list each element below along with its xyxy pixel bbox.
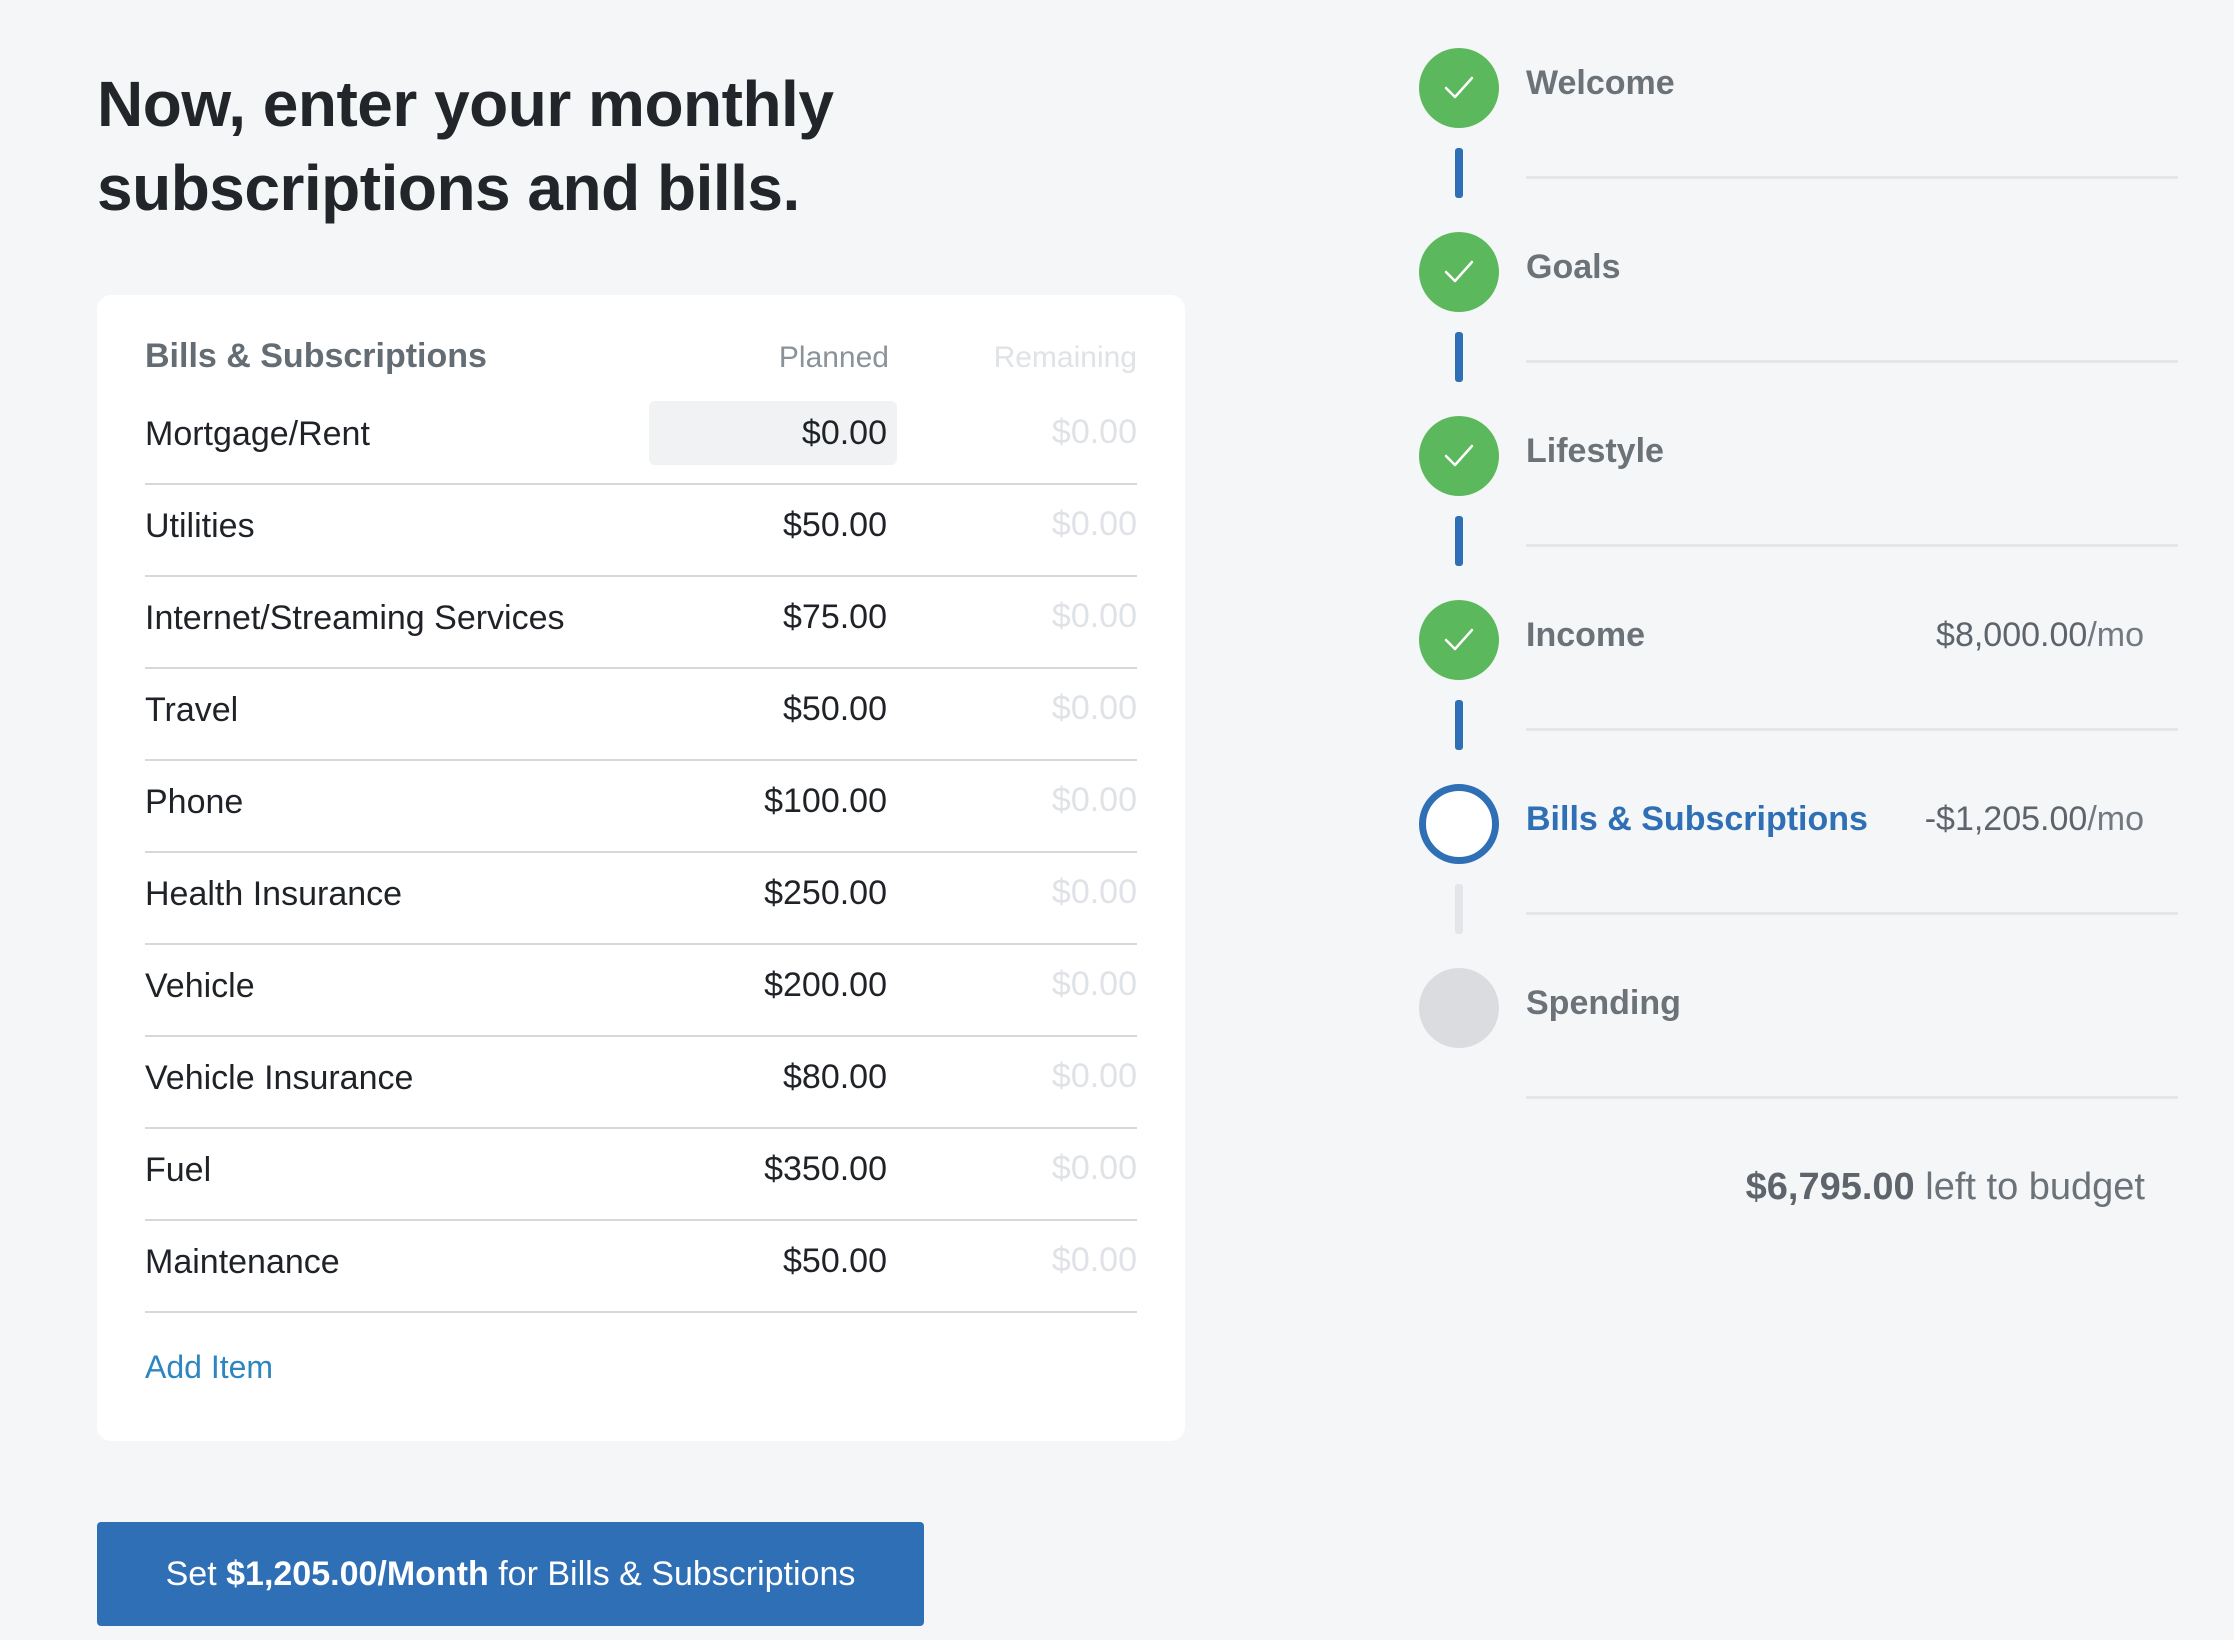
remaining-amount: $0.00 xyxy=(1051,873,1137,911)
bill-row-internet-streaming: Internet/Streaming Services $75.00 $0.00 xyxy=(145,577,1137,669)
step-welcome[interactable]: Welcome xyxy=(1419,48,2179,232)
step-label: Lifestyle xyxy=(1526,432,1664,470)
planned-amount-input[interactable]: $50.00 xyxy=(649,493,897,557)
step-label: Bills & Subscriptions xyxy=(1526,800,1868,838)
step-done-indicator xyxy=(1419,48,1499,128)
bill-row-mortgage-rent: Mortgage/Rent $0.00 $0.00 xyxy=(145,393,1137,485)
step-connector xyxy=(1455,700,1463,750)
cta-prefix: Set xyxy=(165,1555,217,1593)
planned-amount-input[interactable]: $50.00 xyxy=(649,677,897,741)
remaining-amount: $0.00 xyxy=(1051,1149,1137,1187)
bill-row-fuel: Fuel $350.00 $0.00 xyxy=(145,1129,1137,1221)
remaining-amount: $0.00 xyxy=(1051,1057,1137,1095)
remaining-amount: $0.00 xyxy=(1051,689,1137,727)
set-bills-button[interactable]: Set $1,205.00/Month for Bills & Subscrip… xyxy=(97,1522,924,1626)
bill-name: Maintenance xyxy=(145,1243,340,1281)
checkmark-icon xyxy=(1444,260,1474,283)
planned-amount-input[interactable]: $250.00 xyxy=(649,861,897,925)
step-divider xyxy=(1526,176,2178,179)
bill-name: Utilities xyxy=(145,507,255,545)
step-current-indicator xyxy=(1419,784,1499,864)
step-income[interactable]: Income $8,000.00/mo xyxy=(1419,600,2179,784)
amount-value: $8,000.00 xyxy=(1936,616,2088,654)
remaining-amount: $0.00 xyxy=(1051,505,1137,543)
planned-amount-input[interactable]: $0.00 xyxy=(649,401,897,465)
bill-row-utilities: Utilities $50.00 $0.00 xyxy=(145,485,1137,577)
step-lifestyle[interactable]: Lifestyle xyxy=(1419,416,2179,600)
bill-row-travel: Travel $50.00 $0.00 xyxy=(145,669,1137,761)
left-to-budget-amount: $6,795.00 xyxy=(1745,1166,1915,1208)
step-done-indicator xyxy=(1419,416,1499,496)
planned-amount-input[interactable]: $50.00 xyxy=(649,1229,897,1293)
checkmark-icon xyxy=(1444,628,1474,651)
planned-amount-input[interactable]: $350.00 xyxy=(649,1137,897,1201)
step-done-indicator xyxy=(1419,600,1499,680)
bills-card-header: Bills & Subscriptions Planned Remaining xyxy=(145,337,1137,377)
bill-name: Health Insurance xyxy=(145,875,403,913)
step-bills-subscriptions[interactable]: Bills & Subscriptions -$1,205.00/mo xyxy=(1419,784,2179,968)
step-amount: -$1,205.00/mo xyxy=(1925,800,2144,839)
remaining-amount: $0.00 xyxy=(1051,413,1137,451)
step-connector xyxy=(1455,332,1463,382)
amount-value: -$1,205.00 xyxy=(1924,800,2088,838)
planned-column-header: Planned xyxy=(778,341,889,374)
bills-card: Bills & Subscriptions Planned Remaining … xyxy=(97,295,1185,1441)
planned-amount-input[interactable]: $75.00 xyxy=(649,585,897,649)
page-title: Now, enter your monthly subscriptions an… xyxy=(97,68,834,224)
step-connector xyxy=(1455,516,1463,566)
bill-row-vehicle: Vehicle $200.00 $0.00 xyxy=(145,945,1137,1037)
step-todo-indicator xyxy=(1419,968,1499,1048)
step-divider xyxy=(1526,1096,2178,1099)
remaining-amount: $0.00 xyxy=(1051,965,1137,1003)
bill-name: Phone xyxy=(145,783,244,821)
planned-amount-input[interactable]: $100.00 xyxy=(649,769,897,833)
add-item-link[interactable]: Add Item xyxy=(145,1349,273,1386)
step-goals[interactable]: Goals xyxy=(1419,232,2179,416)
planned-amount-input[interactable]: $200.00 xyxy=(649,953,897,1017)
step-spending[interactable]: Spending xyxy=(1419,968,2179,1152)
step-divider xyxy=(1526,360,2178,363)
left-to-budget-summary: $6,795.00 left to budget xyxy=(1746,1166,2145,1209)
remaining-amount: $0.00 xyxy=(1051,597,1137,635)
step-label: Income xyxy=(1526,616,1646,654)
planned-amount-input[interactable]: $80.00 xyxy=(649,1045,897,1109)
cta-amount: $1,205.00/Month xyxy=(226,1555,489,1593)
bills-list: Mortgage/Rent $0.00 $0.00 Utilities $50.… xyxy=(145,393,1137,1313)
checkmark-icon xyxy=(1444,76,1474,99)
remaining-amount: $0.00 xyxy=(1051,781,1137,819)
step-divider xyxy=(1526,912,2178,915)
step-label: Goals xyxy=(1526,248,1621,286)
budget-setup-page: Now, enter your monthly subscriptions an… xyxy=(0,0,2234,1640)
bill-name: Internet/Streaming Services xyxy=(145,599,565,637)
bill-name: Fuel xyxy=(145,1151,212,1189)
bill-row-phone: Phone $100.00 $0.00 xyxy=(145,761,1137,853)
step-connector xyxy=(1455,884,1463,934)
bill-row-maintenance: Maintenance $50.00 $0.00 xyxy=(145,1221,1137,1313)
bill-name: Vehicle xyxy=(145,967,255,1005)
bills-section-title: Bills & Subscriptions xyxy=(145,337,487,375)
amount-unit: /mo xyxy=(2087,616,2144,654)
step-label: Welcome xyxy=(1526,64,1675,102)
remaining-amount: $0.00 xyxy=(1051,1241,1137,1279)
left-to-budget-label: left to budget xyxy=(1925,1166,2145,1208)
bill-name: Mortgage/Rent xyxy=(145,415,370,453)
bill-name: Vehicle Insurance xyxy=(145,1059,414,1097)
step-amount: $8,000.00/mo xyxy=(1936,616,2144,655)
checkmark-icon xyxy=(1444,444,1474,467)
remaining-column-header: Remaining xyxy=(993,341,1137,374)
step-connector xyxy=(1455,148,1463,198)
amount-unit: /mo xyxy=(2087,800,2144,838)
step-label: Spending xyxy=(1526,984,1681,1022)
bill-row-vehicle-insurance: Vehicle Insurance $80.00 $0.00 xyxy=(145,1037,1137,1129)
step-done-indicator xyxy=(1419,232,1499,312)
cta-suffix: for Bills & Subscriptions xyxy=(498,1555,856,1593)
bill-name: Travel xyxy=(145,691,239,729)
step-divider xyxy=(1526,544,2178,547)
bill-row-health-insurance: Health Insurance $250.00 $0.00 xyxy=(145,853,1137,945)
step-divider xyxy=(1526,728,2178,731)
